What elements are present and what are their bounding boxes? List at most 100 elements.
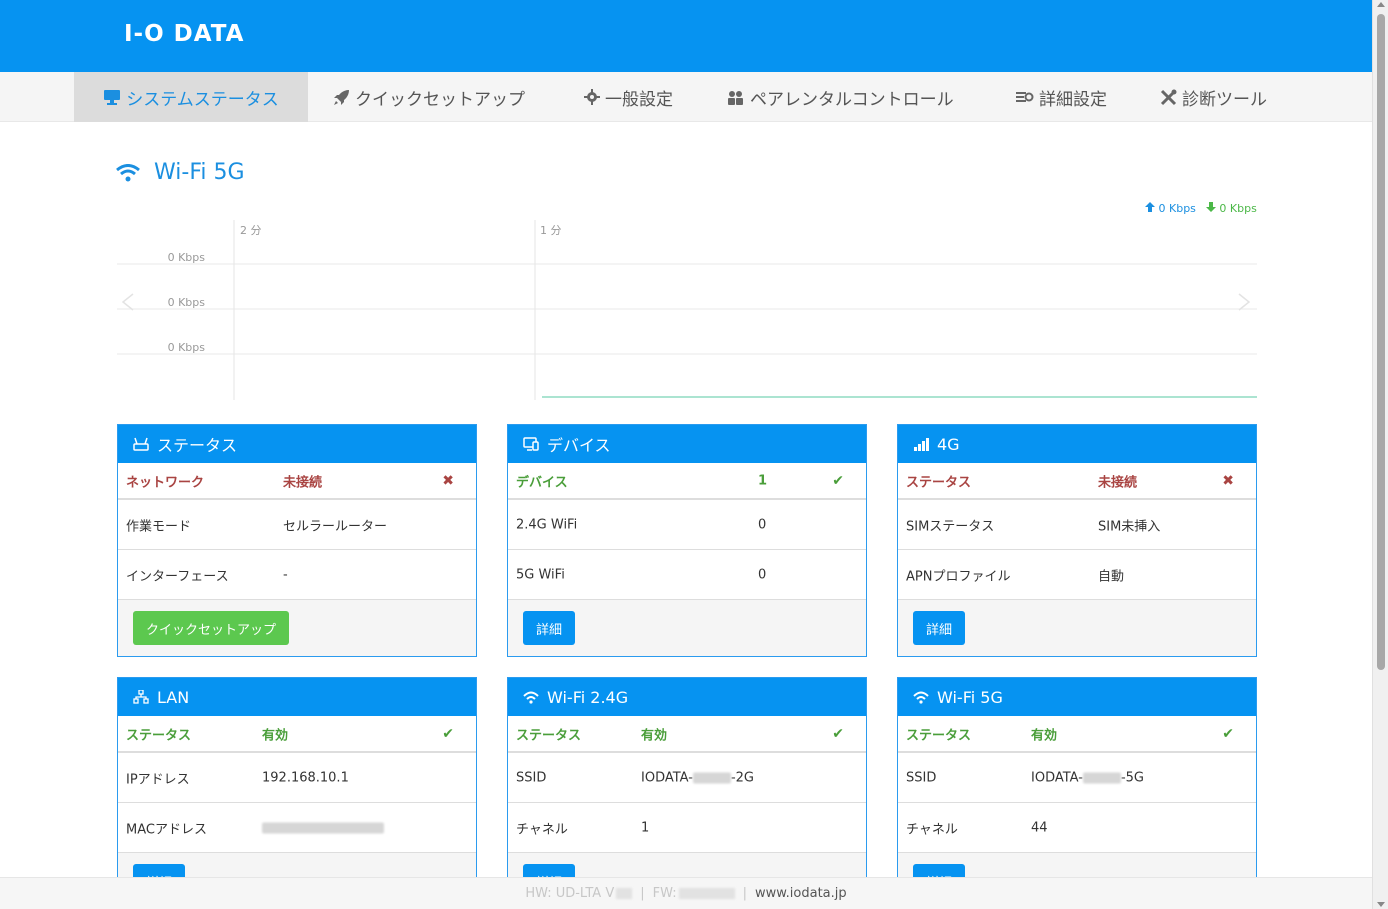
sliders-icon bbox=[1016, 90, 1034, 104]
row-value: 有効 bbox=[641, 728, 668, 743]
table-row: ステータス 有効 ✔ bbox=[898, 716, 1256, 753]
table-row: インターフェース - bbox=[118, 550, 476, 600]
ssid-value: IODATA- -5G bbox=[1031, 770, 1144, 785]
y-tick-label: 0 Kbps bbox=[168, 341, 206, 354]
traffic-title: Wi-Fi 5G bbox=[116, 160, 245, 185]
row-value: 有効 bbox=[262, 728, 289, 743]
device-card: デバイス デバイス 1 ✔ 2.4G WiFi 0 5G WiFi 0 詳細 bbox=[507, 424, 867, 657]
y-tick-label: 0 Kbps bbox=[168, 296, 206, 309]
wifi-icon bbox=[523, 691, 539, 704]
lte-details-button[interactable]: 詳細 bbox=[913, 611, 966, 645]
device-details-button[interactable]: 詳細 bbox=[523, 611, 576, 645]
row-label: 5G WiFi bbox=[516, 567, 565, 582]
table-row: SIMステータス SIM未挿入 bbox=[898, 500, 1256, 550]
row-label: インターフェース bbox=[126, 569, 229, 584]
router-icon bbox=[133, 437, 149, 451]
card-footer: 詳細 bbox=[898, 600, 1256, 656]
arrow-down-icon bbox=[1205, 202, 1216, 212]
footer-link[interactable]: www.iodata.jp bbox=[755, 886, 847, 901]
row-label: SIMステータス bbox=[906, 519, 995, 534]
gear-icon bbox=[584, 89, 600, 105]
row-label: SSID bbox=[906, 770, 937, 785]
row-label: ステータス bbox=[126, 728, 192, 743]
nav-label: 詳細設定 bbox=[1039, 89, 1107, 110]
table-row: ステータス 未接続 ✖ bbox=[898, 463, 1256, 500]
row-value: 0 bbox=[758, 517, 767, 532]
row-value: 1 bbox=[641, 820, 650, 835]
mac-address-value bbox=[262, 820, 384, 835]
chart-prev-arrow-icon[interactable] bbox=[121, 293, 134, 311]
footer-separator: | bbox=[640, 886, 645, 901]
rocket-icon bbox=[333, 89, 350, 106]
row-value: 192.168.10.1 bbox=[262, 770, 349, 785]
table-row: 5G WiFi 0 bbox=[508, 550, 866, 600]
card-title: デバイス bbox=[547, 436, 611, 455]
wifi24-card: Wi-Fi 2.4G ステータス 有効 ✔ SSID IODATA- -2G チャ… bbox=[507, 677, 867, 909]
nav-tab-quick-setup[interactable]: クイックセットアップ bbox=[333, 72, 525, 122]
row-label: MACアドレス bbox=[126, 822, 207, 837]
x-tick-label: 1 分 bbox=[540, 224, 562, 237]
row-value: 有効 bbox=[1031, 728, 1058, 743]
row-label: ステータス bbox=[906, 475, 972, 490]
nav-label: 診断ツール bbox=[1182, 89, 1267, 110]
card-header: Wi-Fi 5G bbox=[898, 678, 1256, 716]
chart-next-arrow-icon[interactable] bbox=[1238, 293, 1251, 311]
ssid-suffix: -2G bbox=[730, 770, 755, 785]
row-label: ステータス bbox=[516, 728, 582, 743]
row-value: 0 bbox=[758, 567, 767, 582]
wifi-icon bbox=[116, 163, 140, 182]
fw-version-label: FW: bbox=[652, 886, 677, 901]
upload-rate: 0 Kbps bbox=[1145, 202, 1196, 215]
card-header: Wi-Fi 2.4G bbox=[508, 678, 866, 716]
nav-tab-advanced-settings[interactable]: 詳細設定 bbox=[1016, 72, 1107, 122]
users-icon bbox=[727, 90, 745, 105]
nav-label: システムステータス bbox=[126, 89, 279, 110]
ssid-prefix: IODATA- bbox=[641, 770, 693, 785]
download-rate-value: 0 Kbps bbox=[1219, 202, 1257, 215]
page-scrollbar[interactable] bbox=[1372, 0, 1388, 909]
traffic-title-text: Wi-Fi 5G bbox=[154, 160, 245, 185]
row-value: 1 bbox=[758, 473, 768, 488]
monitor-icon bbox=[103, 89, 121, 105]
row-value: SIM未挿入 bbox=[1098, 519, 1161, 534]
nav-label: ペアレンタルコントロール bbox=[750, 89, 954, 110]
ssid-suffix: -5G bbox=[1120, 770, 1145, 785]
y-tick-label: 0 Kbps bbox=[168, 251, 206, 264]
table-row: APNプロファイル 自動 bbox=[898, 550, 1256, 600]
scroll-down-arrow-icon[interactable] bbox=[1377, 902, 1385, 907]
nav-label: クイックセットアップ bbox=[355, 89, 525, 110]
page-footer: HW: UD-LTA V | FW: | www.iodata.jp bbox=[0, 877, 1372, 909]
nav-tab-system-status[interactable]: システムステータス bbox=[74, 72, 308, 122]
scroll-thumb[interactable] bbox=[1377, 14, 1385, 670]
redacted-text bbox=[692, 772, 731, 783]
card-footer: 詳細 bbox=[508, 600, 866, 656]
brand-logo[interactable]: I-O DATA bbox=[124, 21, 244, 47]
card-title: 4G bbox=[937, 434, 960, 454]
hw-version-label: HW: UD-LTA V bbox=[525, 886, 615, 901]
network-icon bbox=[133, 690, 149, 704]
table-row: ステータス 有効 ✔ bbox=[118, 716, 476, 753]
nav-tab-general-settings[interactable]: 一般設定 bbox=[584, 72, 673, 122]
traffic-chart: 2 分 1 分 0 Kbps 0 Kbps 0 Kbps bbox=[117, 220, 1257, 400]
scroll-up-arrow-icon[interactable] bbox=[1377, 2, 1385, 7]
table-row: チャネル 1 bbox=[508, 803, 866, 853]
nav-tab-diagnostic-tools[interactable]: 診断ツール bbox=[1160, 72, 1267, 122]
card-header: ステータス bbox=[118, 425, 476, 463]
row-value: 未接続 bbox=[283, 475, 323, 490]
quick-setup-button[interactable]: クイックセットアップ bbox=[133, 611, 290, 645]
header-bar: I-O DATA bbox=[0, 0, 1372, 72]
row-label: デバイス bbox=[516, 475, 568, 490]
nav-tab-parental-control[interactable]: ペアレンタルコントロール bbox=[727, 72, 954, 122]
upload-rate-value: 0 Kbps bbox=[1158, 202, 1196, 215]
check-icon: ✔ bbox=[832, 725, 844, 742]
nav-label: 一般設定 bbox=[605, 89, 673, 110]
tools-icon bbox=[1160, 89, 1177, 106]
card-title: ステータス bbox=[157, 436, 238, 455]
row-label: チャネル bbox=[906, 822, 958, 837]
row-label: チャネル bbox=[516, 822, 568, 837]
row-value: セルラールーター bbox=[283, 519, 388, 534]
check-icon: ✔ bbox=[1222, 725, 1234, 742]
card-footer: クイックセットアップ bbox=[118, 600, 476, 656]
row-label: ステータス bbox=[906, 728, 972, 743]
card-header: LAN bbox=[118, 678, 476, 716]
